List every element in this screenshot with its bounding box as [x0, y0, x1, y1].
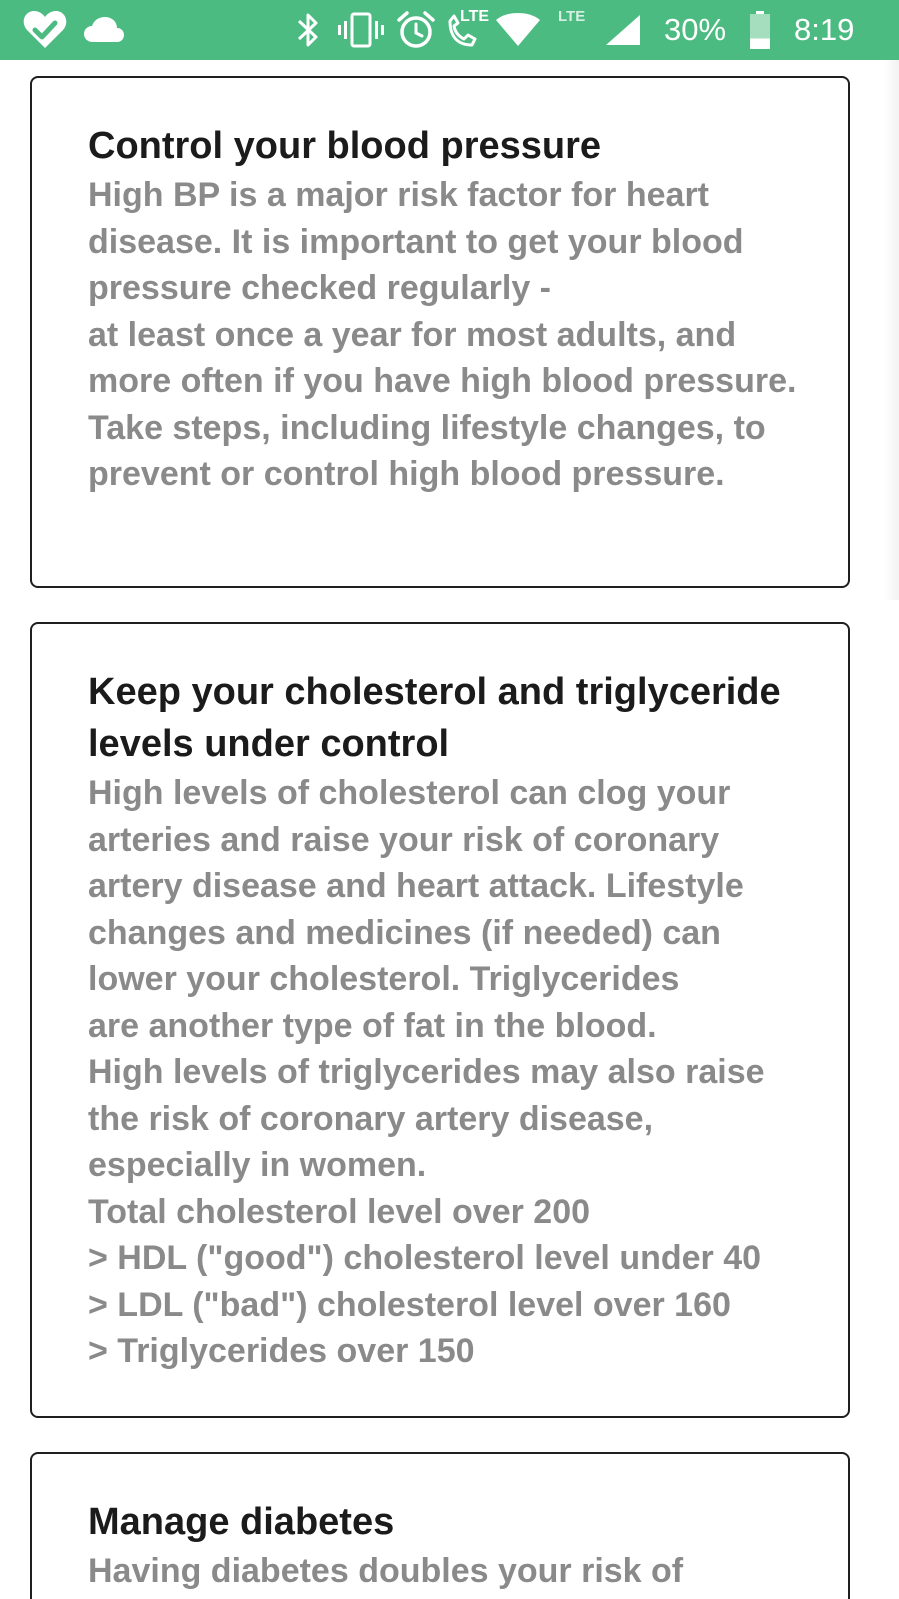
- tip-card-cholesterol[interactable]: Keep your cholesterol and triglyceride l…: [30, 622, 850, 1418]
- card-title: Manage diabetes: [88, 1501, 395, 1543]
- lte-signal-group: LTE: [556, 0, 602, 60]
- card-title: Control your blood pressure: [88, 125, 602, 167]
- card-body: High BP is a major risk factor for heart…: [88, 176, 797, 493]
- battery-icon: [750, 0, 770, 60]
- alarm-icon: [397, 0, 435, 60]
- battery-percent: 30%: [664, 12, 727, 47]
- tip-card-blood-pressure[interactable]: Control your blood pressure High BP is a…: [30, 76, 850, 588]
- status-bar: LTE LTE 30% 8:19: [0, 0, 899, 60]
- card-body: High levels of cholesterol can clog your…: [88, 774, 765, 1370]
- vibrate-icon: [338, 0, 384, 60]
- clock: 8:19: [794, 12, 855, 47]
- lte-signal-label: LTE: [558, 8, 586, 25]
- card-edge-shadow: [883, 60, 899, 600]
- lte-signal-icon: [604, 0, 640, 60]
- lte-call-label: LTE: [460, 8, 490, 25]
- scroll-content[interactable]: Control your blood pressure High BP is a…: [0, 60, 899, 1599]
- card-body: Having diabetes doubles your risk of: [88, 1552, 684, 1590]
- lte-call-icon: LTE: [444, 0, 489, 60]
- heart-check-icon: [22, 0, 68, 60]
- card-title: Keep your cholesterol and triglyceride l…: [88, 671, 781, 765]
- bluetooth-icon: [296, 0, 320, 60]
- tip-card-diabetes[interactable]: Manage diabetes Having diabetes doubles …: [30, 1452, 850, 1599]
- wifi-icon: [496, 0, 540, 60]
- cloud-icon: [84, 0, 124, 60]
